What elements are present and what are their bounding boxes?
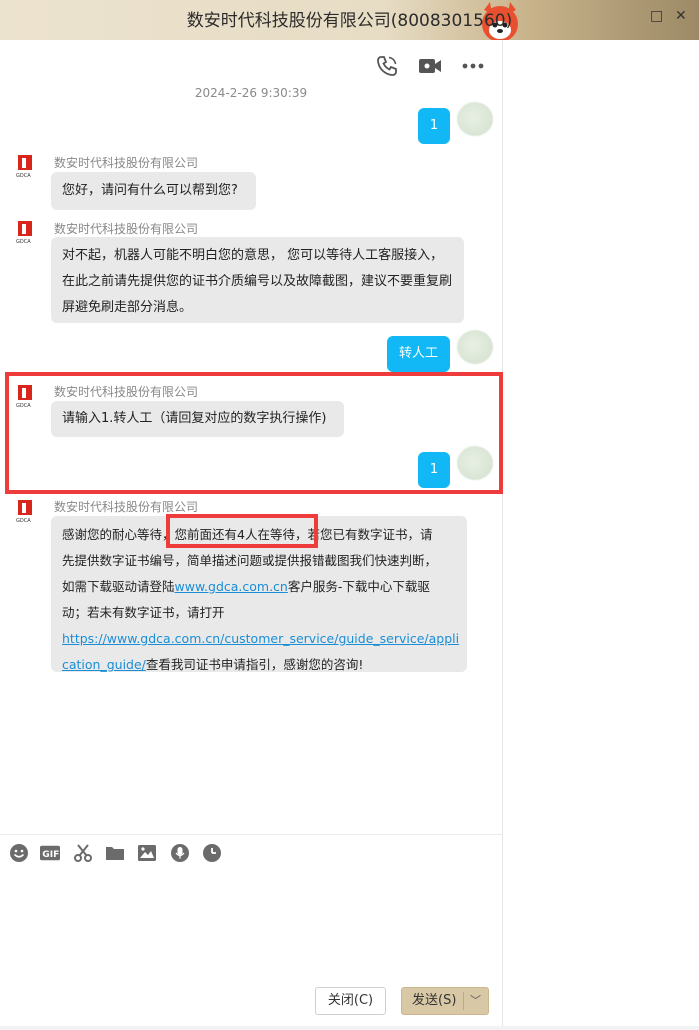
my-avatar[interactable] [457,330,493,364]
my-avatar[interactable] [457,102,493,136]
chevron-down-icon[interactable]: ﹀ [470,988,481,1014]
svg-text:GIF: GIF [42,850,59,860]
message-line: 对不起，机器人可能不明白您的意思， 您可以等待人工客服接入， [62,248,444,263]
sender-name: 数安时代科技股份有限公司 [54,500,199,514]
sender-name: 数安时代科技股份有限公司 [54,156,199,170]
maximize-button[interactable]: □ [650,8,663,24]
message-line: 如需下载驱动请登陆www.gdca.com.cn客户服务-下载中心下载驱 [62,574,456,600]
message-text: 客户服务-下载中心下载驱 [287,579,430,594]
incoming-message[interactable]: 请输入1.转人工（请回复对应的数字执行操作) [51,401,344,437]
message-input[interactable] [0,872,502,977]
outgoing-message[interactable]: 1 [418,452,450,488]
message-timestamp: 2024-2-26 9:30:39 [194,86,308,100]
folder-icon[interactable] [105,843,125,863]
emoji-icon[interactable] [9,843,29,863]
agent-logo-avatar[interactable]: GDCA [16,500,36,524]
sender-name: 数安时代科技股份有限公司 [54,385,199,399]
message-text: 转人工 [398,346,438,361]
title-bar: 数安时代科技股份有限公司(8008301560) □ ✕ [0,0,699,42]
scissors-icon[interactable] [73,843,93,863]
bottom-border [0,1026,699,1030]
message-line: 先提供数字证书编号，简单描述问题或提供报错截图我们快速判断， [62,553,438,568]
more-icon[interactable] [460,53,486,79]
send-button[interactable]: 发送(S) ﹀ [401,987,489,1015]
image-icon[interactable] [137,843,157,863]
queue-highlight-box [166,514,318,548]
svg-text:GDCA: GDCA [16,239,31,245]
outgoing-message[interactable]: 转人工 [387,336,450,372]
sender-name: 数安时代科技股份有限公司 [54,222,199,236]
message-text: 若您已有数字证书，请 [307,527,433,542]
message-line: cation_guide/查看我司证书申请指引，感谢您的咨询! [62,652,456,678]
svg-text:GDCA: GDCA [16,518,31,524]
svg-text:GDCA: GDCA [16,173,31,179]
gdca-website-link[interactable]: www.gdca.com.cn [175,579,288,594]
close-window-button[interactable]: ✕ [675,8,687,24]
message-text: 1 [429,118,439,133]
message-text: 您好，请问有什么可以帮到您? [62,183,238,198]
message-text: 感谢您的耐心等待， [62,527,175,542]
gif-icon[interactable]: GIF [40,843,60,863]
message-text: 如需下载驱动请登陆 [62,579,175,594]
send-split-divider [463,992,464,1010]
clock-icon[interactable] [202,843,222,863]
video-icon[interactable] [417,53,443,79]
phone-icon[interactable] [374,53,400,79]
window-title: 数安时代科技股份有限公司(8008301560) [186,11,513,31]
incoming-message[interactable]: 您好，请问有什么可以帮到您? [51,172,256,210]
incoming-message[interactable]: 对不起，机器人可能不明白您的意思， 您可以等待人工客服接入， 在此之前请先提供您… [51,237,464,323]
message-text: 请输入1.转人工（请回复对应的数字执行操作) [62,411,327,426]
mic-icon[interactable] [170,843,190,863]
guide-link[interactable]: https://www.gdca.com.cn/customer_service… [62,631,459,646]
message-line: 屏避免刷走部分消息。 [62,300,193,315]
input-divider [0,834,502,835]
close-button[interactable]: 关闭(C) [315,987,386,1015]
side-panel [503,40,699,1030]
message-text: 查看我司证书申请指引，感谢您的咨询! [145,657,364,672]
agent-logo-avatar[interactable]: GDCA [16,155,36,179]
agent-logo-avatar[interactable]: GDCA [16,221,36,245]
agent-logo-avatar[interactable]: GDCA [16,385,36,409]
send-button-label: 发送(S) [412,993,457,1008]
guide-link-continued[interactable]: cation_guide/ [62,657,146,672]
my-avatar[interactable] [457,446,493,480]
outgoing-message[interactable]: 1 [418,108,450,144]
message-line: 在此之前请先提供您的证书介质编号以及故障截图，建议不要重复刷 [62,274,453,289]
message-line: https://www.gdca.com.cn/customer_service… [62,626,459,652]
message-text: 1 [429,462,439,477]
svg-text:GDCA: GDCA [16,403,31,409]
message-line: 动；若未有数字证书，请打开 [62,605,225,620]
